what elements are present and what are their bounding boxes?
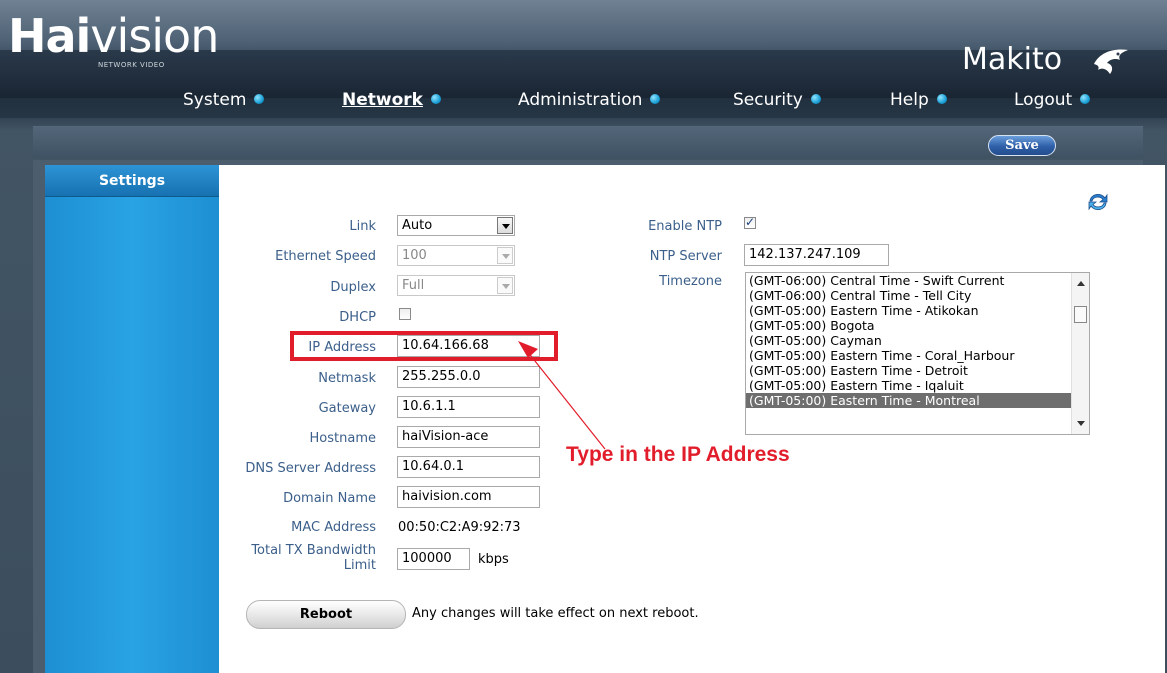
- reboot-message: Any changes will take effect on next reb…: [412, 606, 699, 621]
- logo-subtitle: NETWORK VIDEO: [98, 61, 165, 69]
- enable-ntp-checkbox[interactable]: [744, 215, 756, 229]
- shark-icon: [1094, 49, 1128, 74]
- timezone-label: Timezone: [659, 274, 722, 289]
- nav-bullet-icon: [430, 94, 441, 104]
- ethernet-speed-label: Ethernet Speed: [275, 249, 376, 264]
- save-button[interactable]: Save: [988, 135, 1056, 156]
- dns-server-field[interactable]: 10.64.0.1: [397, 456, 540, 478]
- timezone-option[interactable]: (GMT-05:00) Cayman: [746, 333, 1089, 348]
- dns-server-label: DNS Server Address: [245, 461, 376, 476]
- duplex-select[interactable]: Full: [397, 275, 515, 296]
- logo-text-part1: Hai: [8, 9, 91, 63]
- timezone-option[interactable]: (GMT-05:00) Eastern Time - Detroit: [746, 363, 1089, 378]
- bandwidth-label: Total TX Bandwidth Limit: [230, 543, 376, 573]
- timezone-option[interactable]: (GMT-06:00) Central Time - Tell City: [746, 288, 1089, 303]
- product-name: Makito: [962, 42, 1063, 77]
- link-value: Auto: [402, 218, 433, 233]
- timezone-option[interactable]: (GMT-06:00) Central Time - Swift Current: [746, 273, 1089, 288]
- main-nav: System Network Administration Security H…: [0, 86, 1167, 116]
- nav-bullet-icon: [254, 94, 265, 104]
- link-select[interactable]: Auto: [397, 215, 515, 236]
- scroll-up-icon[interactable]: [1077, 281, 1085, 286]
- timezone-option-selected[interactable]: (GMT-05:00) Eastern Time - Montreal: [746, 393, 1089, 408]
- scroll-thumb[interactable]: [1074, 306, 1087, 323]
- sidebar-item-settings[interactable]: Settings: [45, 165, 219, 197]
- refresh-icon[interactable]: [1086, 191, 1110, 213]
- nav-bullet-icon: [650, 94, 661, 104]
- nav-label: Security: [733, 90, 803, 110]
- duplex-label: Duplex: [330, 280, 376, 295]
- mac-address-label: MAC Address: [291, 520, 376, 535]
- enable-ntp-label: Enable NTP: [648, 219, 722, 234]
- duplex-value: Full: [402, 278, 425, 293]
- ethernet-speed-value: 100: [402, 248, 427, 263]
- sidebar: [45, 165, 219, 673]
- toolbar: [33, 126, 1143, 158]
- ntp-server-label: NTP Server: [649, 249, 722, 264]
- nav-system[interactable]: System: [183, 90, 265, 110]
- ethernet-speed-select[interactable]: 100: [397, 245, 515, 266]
- nav-security[interactable]: Security: [733, 90, 821, 110]
- dhcp-label: DHCP: [339, 310, 376, 325]
- domain-name-label: Domain Name: [283, 491, 376, 506]
- nav-network[interactable]: Network: [342, 90, 441, 110]
- bandwidth-field[interactable]: 100000: [397, 548, 470, 570]
- nav-label: Help: [890, 90, 929, 110]
- nav-bullet-icon: [1080, 94, 1091, 104]
- netmask-field[interactable]: 255.255.0.0: [397, 366, 540, 388]
- ntp-server-field[interactable]: 142.137.247.109: [744, 244, 889, 266]
- reboot-button[interactable]: Reboot: [246, 600, 406, 629]
- nav-label: Logout: [1014, 90, 1073, 110]
- domain-name-field[interactable]: haivision.com: [397, 486, 540, 508]
- callout-text: Type in the IP Address: [566, 443, 790, 466]
- nav-label: Network: [342, 90, 423, 110]
- timezone-option[interactable]: (GMT-05:00) Eastern Time - Coral_Harbour: [746, 348, 1089, 363]
- mac-address-value: 00:50:C2:A9:92:73: [398, 520, 521, 535]
- hostname-field[interactable]: haiVision-ace: [397, 426, 540, 448]
- hostname-label: Hostname: [309, 431, 376, 446]
- chevron-down-icon: [497, 217, 513, 234]
- logo-text-part2: vision: [90, 9, 219, 63]
- timezone-option[interactable]: (GMT-05:00) Bogota: [746, 318, 1089, 333]
- timezone-scrollbar[interactable]: [1071, 273, 1089, 434]
- ip-address-highlight: [290, 331, 558, 361]
- nav-logout[interactable]: Logout: [1014, 90, 1091, 110]
- nav-help[interactable]: Help: [890, 90, 947, 110]
- gateway-field[interactable]: 10.6.1.1: [397, 396, 540, 418]
- dhcp-checkbox[interactable]: [399, 308, 411, 320]
- gateway-label: Gateway: [318, 401, 376, 416]
- chevron-down-icon: [497, 247, 513, 264]
- nav-administration[interactable]: Administration: [518, 90, 661, 110]
- timezone-option[interactable]: (GMT-05:00) Eastern Time - Atikokan: [746, 303, 1089, 318]
- link-label: Link: [349, 219, 376, 234]
- nav-bullet-icon: [810, 94, 821, 104]
- nav-bullet-icon: [936, 94, 947, 104]
- nav-label: Administration: [518, 90, 643, 110]
- bandwidth-label-line1: Total TX Bandwidth: [251, 543, 376, 558]
- nav-label: System: [183, 90, 247, 110]
- bandwidth-unit: kbps: [478, 552, 509, 567]
- netmask-label: Netmask: [318, 371, 376, 386]
- timezone-listbox[interactable]: (GMT-06:00) Central Time - Swift Current…: [745, 272, 1090, 435]
- bandwidth-label-line2: Limit: [343, 558, 376, 573]
- timezone-option[interactable]: (GMT-05:00) Eastern Time - Iqaluit: [746, 378, 1089, 393]
- haivision-logo: Haivision: [8, 9, 219, 63]
- chevron-down-icon: [497, 277, 513, 294]
- scroll-down-icon[interactable]: [1077, 421, 1085, 426]
